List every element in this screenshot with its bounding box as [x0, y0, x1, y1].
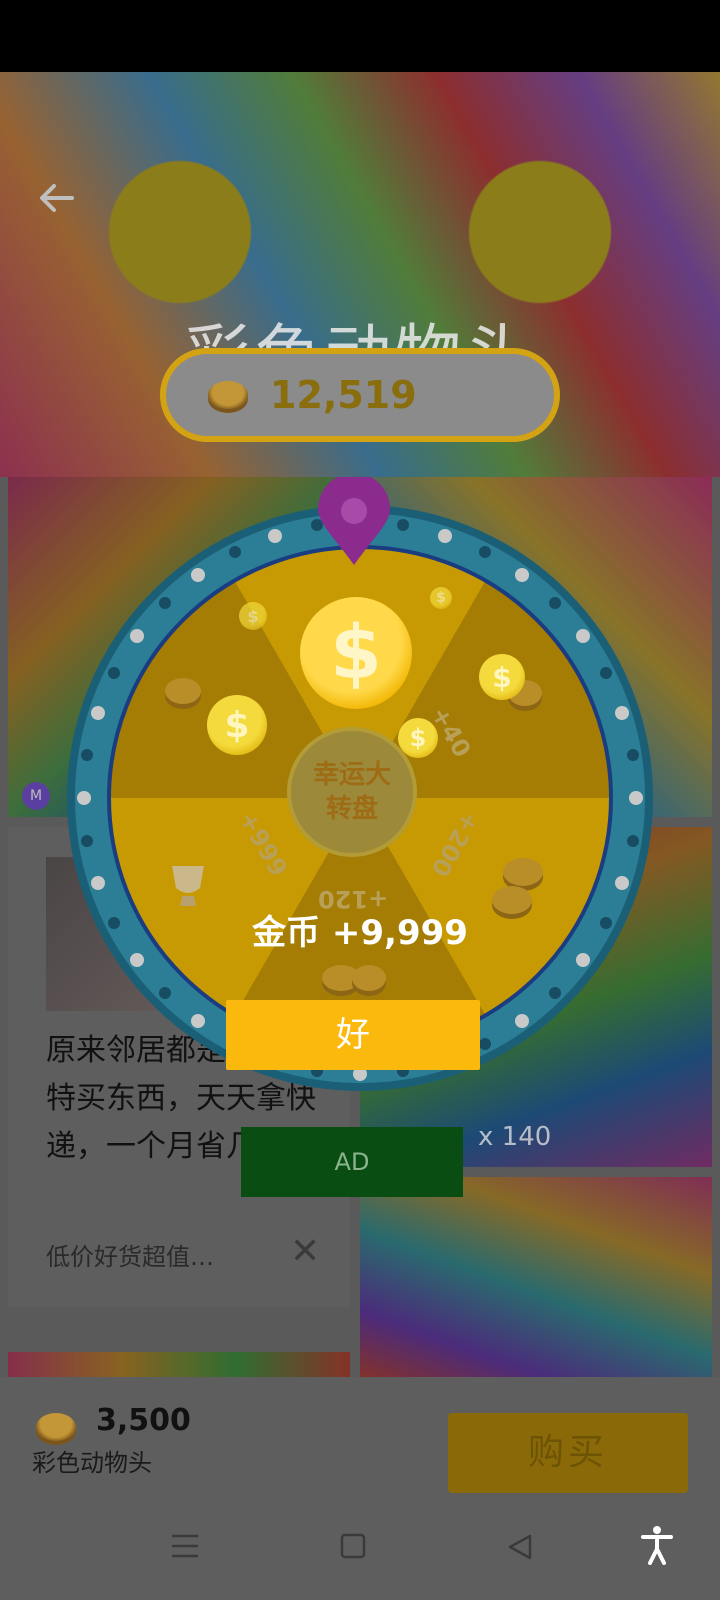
grid-tile[interactable]	[360, 1177, 712, 1377]
coin-icon	[165, 678, 201, 704]
wheel-rim-dot	[228, 546, 241, 559]
count-label: x 140	[478, 1122, 552, 1152]
m-badge: M	[22, 782, 50, 810]
wheel-rim-dot	[549, 596, 562, 609]
wheel-rim-dot	[515, 567, 530, 582]
menu-icon[interactable]	[170, 1533, 200, 1559]
buy-button[interactable]: 购买	[448, 1413, 688, 1493]
back-triangle-icon[interactable]	[506, 1533, 534, 1561]
dollar-coin-icon: $	[398, 718, 438, 758]
dollar-coin-icon: $	[239, 602, 267, 630]
coin-balance: 12,519	[270, 373, 417, 417]
dollar-coin-icon: $	[207, 695, 267, 755]
reward-text: 金币 +9,999	[252, 913, 468, 953]
dollar-coin-icon: $	[430, 587, 452, 609]
accessibility-icon[interactable]	[640, 1525, 674, 1565]
wheel-rim-dot	[576, 628, 591, 643]
item-name: 彩色动物头	[32, 1449, 152, 1477]
dollar-coin-icon: $	[300, 597, 412, 709]
wheel-rim-dot	[626, 748, 639, 761]
wheel-hub[interactable]: 幸运大 转盘	[287, 727, 417, 857]
coin-icon	[352, 965, 386, 991]
close-icon[interactable]: ✕	[290, 1234, 320, 1270]
coin-icon	[208, 381, 248, 409]
wheel-rim-dot	[158, 987, 171, 1000]
back-arrow-icon[interactable]	[36, 178, 76, 218]
wheel-rim-dot	[77, 791, 91, 805]
wheel-rim-dot	[129, 953, 144, 968]
wheel-rim-dot	[129, 628, 144, 643]
wheel-rim-dot	[90, 876, 105, 891]
wheel-rim-dot	[629, 791, 643, 805]
dollar-coin-icon: $	[479, 654, 525, 700]
navigation-bar	[0, 1495, 720, 1600]
hub-label: 转盘	[325, 794, 378, 824]
wheel-rim-dot	[90, 705, 105, 720]
wheel-rim-dot	[267, 528, 282, 543]
ad-subtext: 低价好货超值…	[46, 1243, 214, 1271]
home-square-icon[interactable]	[340, 1533, 366, 1559]
coin-icon	[36, 1413, 76, 1441]
purchase-bar: 3,500 彩色动物头 购买	[0, 1377, 720, 1495]
wheel-rim-dot	[108, 666, 121, 679]
hub-label: 幸运大	[312, 760, 391, 790]
price: 3,500	[96, 1403, 191, 1438]
wheel-rim-dot	[626, 835, 639, 848]
ok-button[interactable]: 好	[226, 1000, 480, 1070]
status-bar	[0, 0, 720, 72]
wheel-rim-dot	[190, 1014, 205, 1029]
wheel-rim-dot	[158, 596, 171, 609]
wheel-rim-dot	[438, 528, 453, 543]
wheel-rim-dot	[190, 567, 205, 582]
wheel-pointer-icon	[318, 477, 390, 565]
coin-balance-pill: 12,519	[160, 348, 560, 442]
coin-icon	[503, 858, 543, 886]
ad-button[interactable]: AD	[241, 1127, 463, 1197]
wheel-rim-dot	[599, 666, 612, 679]
